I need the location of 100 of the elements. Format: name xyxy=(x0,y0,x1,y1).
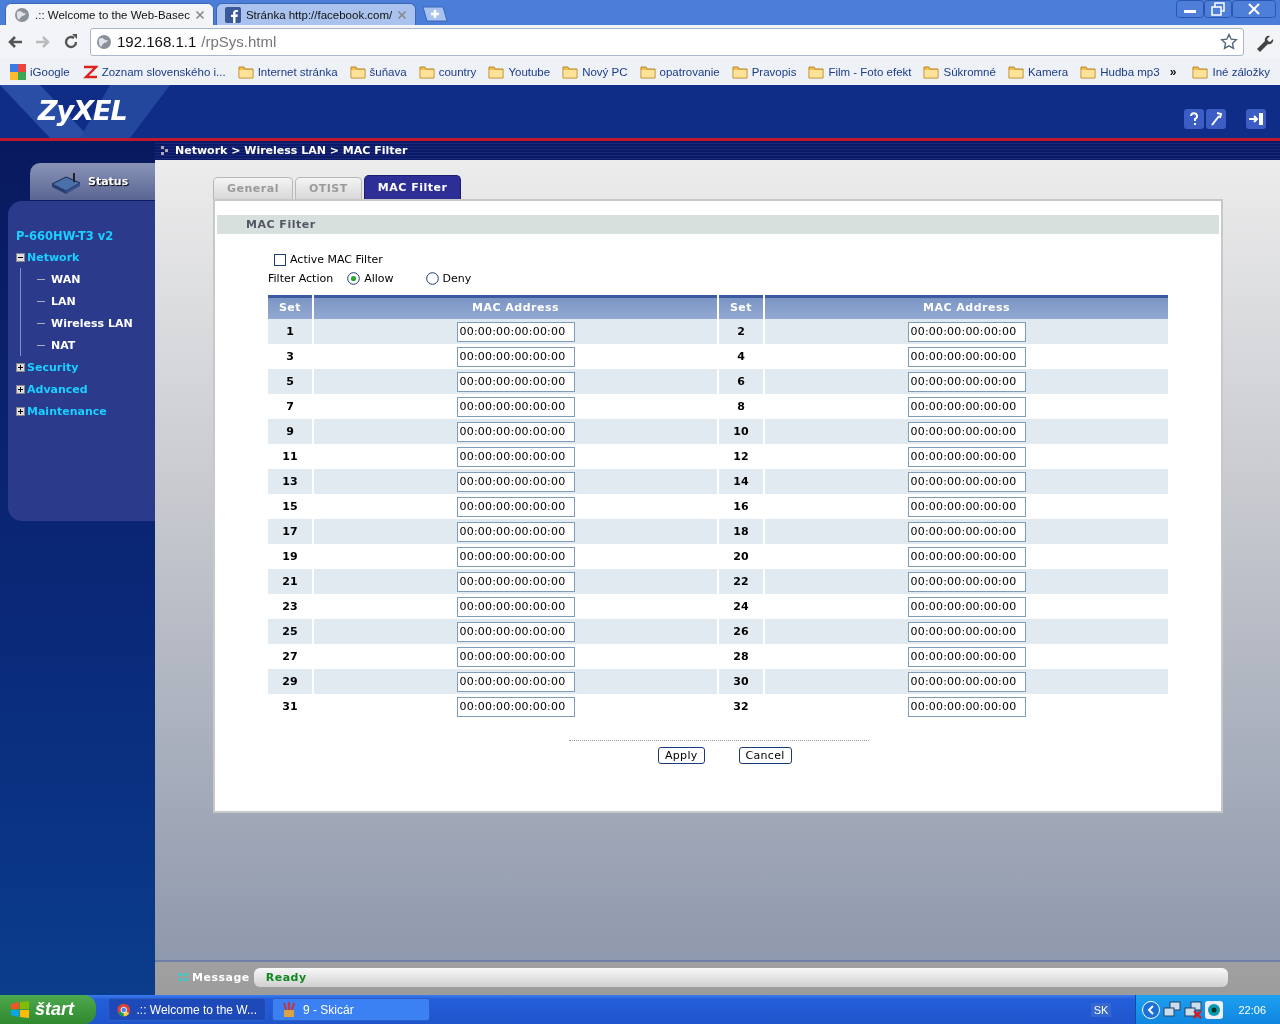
start-button[interactable]: štart xyxy=(0,995,96,1024)
maximize-icon[interactable] xyxy=(1204,0,1232,18)
expand-icon[interactable] xyxy=(16,406,25,416)
status-message: Ready xyxy=(253,968,1228,987)
mac-address-field[interactable]: 00:00:00:00:00:00 xyxy=(907,521,1026,542)
other-bookmarks[interactable]: Iné záložky xyxy=(1186,63,1276,80)
new-tab-icon[interactable] xyxy=(422,6,449,22)
bookmark[interactable]: opatrovanie xyxy=(633,63,726,80)
radio-button[interactable] xyxy=(347,272,361,285)
tab[interactable]: MAC Filter xyxy=(363,175,462,199)
mac-address-field[interactable]: 00:00:00:00:00:00 xyxy=(907,321,1026,342)
address-bar[interactable]: 192.168.1.1 /rpSys.html xyxy=(90,27,1244,56)
mac-address-field[interactable]: 00:00:00:00:00:00 xyxy=(456,446,575,467)
minimize-icon[interactable] xyxy=(1176,0,1204,18)
star-icon[interactable] xyxy=(1220,32,1238,51)
mac-address-field[interactable]: 00:00:00:00:00:00 xyxy=(456,571,575,592)
nav-item[interactable]: Network xyxy=(27,250,80,264)
browser-tab[interactable]: Stránka http://facebook.com/ xyxy=(215,3,417,25)
set-number: 26 xyxy=(733,625,749,638)
collapse-icon[interactable] xyxy=(16,252,25,262)
bookmark[interactable]: Film - Foto efekt xyxy=(802,63,918,80)
mac-address-field[interactable]: 00:00:00:00:00:00 xyxy=(907,471,1026,492)
mac-address-field[interactable]: 00:00:00:00:00:00 xyxy=(456,521,575,542)
overflow-button[interactable]: » xyxy=(1169,64,1177,79)
chrome-icon xyxy=(117,1001,131,1018)
expand-icon[interactable] xyxy=(16,362,25,372)
bookmark[interactable]: Nový PC xyxy=(556,63,634,80)
mac-address-field[interactable]: 00:00:00:00:00:00 xyxy=(907,446,1026,467)
back-icon[interactable] xyxy=(6,33,24,50)
nav-subitem[interactable]: Wireless LAN xyxy=(51,316,133,330)
mac-address-field[interactable]: 00:00:00:00:00:00 xyxy=(456,596,575,617)
mac-address-field[interactable]: 00:00:00:00:00:00 xyxy=(456,671,575,692)
mac-address-field[interactable]: 00:00:00:00:00:00 xyxy=(456,621,575,642)
bookmark[interactable]: Zoznam slovenského i... xyxy=(75,63,232,80)
apply-button[interactable]: Apply xyxy=(658,747,705,764)
set-number: 30 xyxy=(733,675,749,688)
language-indicator[interactable]: SK xyxy=(1090,1002,1112,1017)
bookmark[interactable]: Kamera xyxy=(1001,63,1075,80)
nav-subitem[interactable]: WAN xyxy=(51,272,81,286)
mac-address-field[interactable]: 00:00:00:00:00:00 xyxy=(456,321,575,342)
globe-icon xyxy=(14,6,30,23)
mac-address-field[interactable]: 00:00:00:00:00:00 xyxy=(907,346,1026,367)
set-number: 15 xyxy=(282,500,298,513)
bookmark[interactable]: šuňava xyxy=(343,63,413,80)
reload-icon[interactable] xyxy=(62,32,80,51)
mac-address-field[interactable]: 00:00:00:00:00:00 xyxy=(907,671,1026,692)
column-header: Set xyxy=(719,295,763,319)
mac-address-field[interactable]: 00:00:00:00:00:00 xyxy=(907,696,1026,717)
logout-icon[interactable] xyxy=(1246,109,1266,129)
bookmark[interactable]: iGoogle xyxy=(4,63,76,80)
nav-item[interactable]: Advanced xyxy=(27,382,88,396)
mac-address-field[interactable]: 00:00:00:00:00:00 xyxy=(456,396,575,417)
mac-address-field[interactable]: 00:00:00:00:00:00 xyxy=(907,421,1026,442)
nav-item[interactable]: Maintenance xyxy=(27,404,107,418)
bookmark[interactable]: Internet stránka xyxy=(231,63,344,80)
mac-address-field[interactable]: 00:00:00:00:00:00 xyxy=(907,571,1026,592)
taskbar-button[interactable]: .:: Welcome to the W... xyxy=(108,998,266,1021)
mac-address-field[interactable]: 00:00:00:00:00:00 xyxy=(907,596,1026,617)
folder-icon xyxy=(1192,63,1209,80)
mac-address-field[interactable]: 00:00:00:00:00:00 xyxy=(456,696,575,717)
globe-icon xyxy=(96,33,112,50)
mac-address-field[interactable]: 00:00:00:00:00:00 xyxy=(907,396,1026,417)
mac-address-field[interactable]: 00:00:00:00:00:00 xyxy=(907,646,1026,667)
mac-address-field[interactable]: 00:00:00:00:00:00 xyxy=(907,496,1026,517)
taskbar-button[interactable]: 9 - Skicár xyxy=(272,998,430,1021)
network-icon[interactable] xyxy=(1163,1000,1182,1019)
expand-icon[interactable] xyxy=(16,384,25,394)
mac-address-field[interactable]: 00:00:00:00:00:00 xyxy=(456,371,575,392)
bookmark[interactable]: Youtube xyxy=(482,63,557,80)
mac-address-field[interactable]: 00:00:00:00:00:00 xyxy=(907,621,1026,642)
nav-item[interactable]: Security xyxy=(27,360,79,374)
mac-address-field[interactable]: 00:00:00:00:00:00 xyxy=(456,496,575,517)
eye-icon[interactable] xyxy=(1205,1000,1224,1019)
cancel-button[interactable]: Cancel xyxy=(738,747,792,764)
mac-address-field[interactable]: 00:00:00:00:00:00 xyxy=(456,646,575,667)
set-number: 32 xyxy=(733,700,749,713)
browser-tab[interactable]: .:: Welcome to the Web-Basec xyxy=(5,3,214,25)
mac-address-field[interactable]: 00:00:00:00:00:00 xyxy=(907,371,1026,392)
network-error-icon[interactable] xyxy=(1184,1000,1203,1019)
nav-subitem[interactable]: LAN xyxy=(51,294,76,308)
bookmark[interactable]: Pravopis xyxy=(725,63,803,80)
status-tab[interactable]: Status xyxy=(30,163,155,200)
bullet-icon xyxy=(179,973,188,982)
bookmark[interactable]: Súkromné xyxy=(917,63,1002,80)
set-number: 5 xyxy=(286,375,294,388)
nav-subitem[interactable]: NAT xyxy=(51,338,76,352)
mac-address-field[interactable]: 00:00:00:00:00:00 xyxy=(456,546,575,567)
radio-button[interactable] xyxy=(425,272,439,285)
checkbox[interactable] xyxy=(274,253,286,266)
mac-address-field[interactable]: 00:00:00:00:00:00 xyxy=(456,471,575,492)
close-icon[interactable] xyxy=(194,9,205,20)
bookmark[interactable]: country xyxy=(412,63,483,80)
mac-address-field[interactable]: 00:00:00:00:00:00 xyxy=(456,346,575,367)
mac-address-field[interactable]: 00:00:00:00:00:00 xyxy=(907,546,1026,567)
mac-address-field[interactable]: 00:00:00:00:00:00 xyxy=(456,421,575,442)
bookmark[interactable]: Hudba mp3 xyxy=(1074,63,1166,80)
help-icon[interactable] xyxy=(1184,109,1206,129)
set-number: 12 xyxy=(733,450,749,463)
close-icon[interactable] xyxy=(1232,0,1276,18)
chevron-left-icon[interactable] xyxy=(1142,1000,1161,1019)
